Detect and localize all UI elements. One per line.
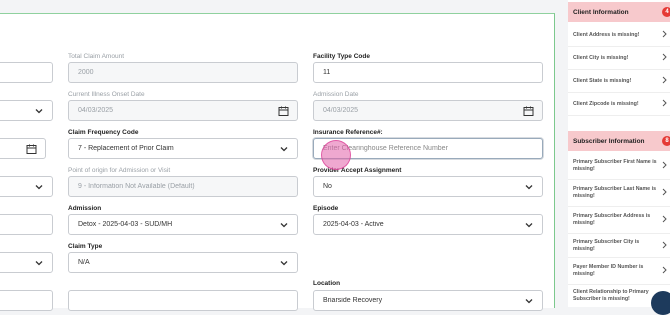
subscriber-information-count-badge: 8 bbox=[662, 136, 670, 146]
left-date-1[interactable] bbox=[0, 138, 46, 159]
chevron-right-icon bbox=[661, 99, 668, 109]
chevron-right-icon bbox=[661, 215, 668, 225]
primary-subscriber-last-name-missing-item[interactable]: Primary Subscriber Last Name is missing! bbox=[568, 180, 670, 207]
left-input-2[interactable] bbox=[0, 214, 53, 235]
claim-type-select[interactable]: N/A bbox=[68, 252, 298, 273]
middle-input-bottom[interactable] bbox=[68, 290, 298, 311]
admission-date-value: 04/03/2025 bbox=[323, 107, 359, 114]
point-of-origin-value: 9 - Information Not Available (Default) bbox=[78, 183, 195, 190]
claim-frequency-code-label: Claim Frequency Code bbox=[68, 129, 139, 136]
total-claim-amount-field: 2000 bbox=[68, 62, 298, 83]
item-label: Client Zipcode is missing! bbox=[573, 100, 639, 107]
help-chat-button[interactable] bbox=[651, 291, 670, 315]
chevron-right-icon bbox=[661, 76, 668, 86]
current-illness-onset-date-field: 04/03/2025 bbox=[68, 100, 298, 121]
episode-value: 2025-04-03 - Active bbox=[323, 221, 384, 228]
chevron-down-icon bbox=[279, 144, 289, 154]
primary-subscriber-address-missing-item[interactable]: Primary Subscriber Address is missing! bbox=[568, 207, 670, 234]
click-indicator bbox=[321, 140, 351, 170]
chevron-down-icon bbox=[524, 296, 534, 306]
admission-value: Detox - 2025-04-03 - SUD/MH bbox=[78, 221, 173, 228]
subscriber-information-title: Subscriber Information bbox=[573, 137, 645, 145]
claim-type-value: N/A bbox=[78, 259, 90, 266]
client-state-missing-item[interactable]: Client State is missing! bbox=[568, 70, 670, 93]
admission-label: Admission bbox=[68, 205, 102, 212]
provider-accept-assignment-select[interactable]: No bbox=[313, 176, 543, 197]
item-label: Client Relationship to Primary Subscribe… bbox=[573, 289, 649, 302]
payer-member-id-missing-item[interactable]: Payer Member ID Number is missing! bbox=[568, 258, 670, 285]
point-of-origin-label: Point of origin for Admission or Visit bbox=[68, 167, 171, 174]
item-label: Payer Member ID Number is missing! bbox=[573, 264, 644, 277]
provider-accept-assignment-value: No bbox=[323, 183, 332, 190]
episode-select[interactable]: 2025-04-03 - Active bbox=[313, 214, 543, 235]
claim-frequency-code-select[interactable]: 7 - Replacement of Prior Claim bbox=[68, 138, 298, 159]
chevron-down-icon bbox=[524, 182, 534, 192]
admission-select[interactable]: Detox - 2025-04-03 - SUD/MH bbox=[68, 214, 298, 235]
item-label: Primary Subscriber City is missing! bbox=[573, 238, 640, 252]
insurance-reference-label: Insurance Reference#: bbox=[313, 129, 383, 136]
chevron-right-icon bbox=[661, 266, 668, 276]
chevron-right-icon bbox=[661, 161, 668, 171]
left-select-2[interactable] bbox=[0, 176, 53, 197]
location-label: Location bbox=[313, 280, 341, 287]
location-select[interactable]: Briarside Recovery bbox=[313, 290, 543, 311]
point-of-origin-select: 9 - Information Not Available (Default) bbox=[68, 176, 298, 197]
client-information-count-badge: 4 bbox=[662, 7, 670, 17]
provider-accept-assignment-label: Provider Accept Assignment bbox=[313, 167, 402, 174]
current-illness-onset-date-value: 04/03/2025 bbox=[78, 107, 114, 114]
primary-subscriber-city-missing-item[interactable]: Primary Subscriber City is missing! bbox=[568, 234, 670, 258]
chevron-right-icon bbox=[661, 241, 668, 251]
client-information-title: Client Information bbox=[573, 8, 629, 16]
calendar-icon bbox=[523, 105, 534, 116]
primary-subscriber-first-name-missing-item[interactable]: Primary Subscriber First Name is missing… bbox=[568, 153, 670, 180]
client-city-missing-item[interactable]: Client City is missing! bbox=[568, 47, 670, 70]
episode-label: Episode bbox=[313, 205, 339, 212]
calendar-icon bbox=[26, 143, 37, 154]
claim-type-label: Claim Type bbox=[68, 243, 103, 250]
subscriber-information-header[interactable]: Subscriber Information 8 bbox=[568, 131, 670, 151]
left-input-3[interactable] bbox=[0, 290, 53, 311]
total-claim-amount-value: 2000 bbox=[78, 69, 94, 76]
item-label: Primary Subscriber Last Name is missing! bbox=[573, 186, 657, 199]
client-zipcode-missing-item[interactable]: Client Zipcode is missing! bbox=[568, 93, 670, 116]
left-input-1[interactable] bbox=[0, 62, 53, 83]
validation-sidebar: Client Information 4 Client Address is m… bbox=[568, 0, 670, 307]
claim-frequency-code-value: 7 - Replacement of Prior Claim bbox=[78, 145, 174, 152]
left-select-3[interactable] bbox=[0, 252, 53, 273]
chevron-right-icon bbox=[661, 53, 668, 63]
admission-date-field: 04/03/2025 bbox=[313, 100, 543, 121]
item-label: Primary Subscriber First Name is missing… bbox=[573, 159, 657, 172]
left-select-1[interactable] bbox=[0, 100, 53, 121]
facility-type-code-value: 11 bbox=[323, 69, 331, 76]
total-claim-amount-label: Total Claim Amount bbox=[68, 53, 124, 60]
chevron-right-icon bbox=[661, 188, 668, 198]
chevron-down-icon bbox=[34, 106, 44, 116]
admission-date-label: Admission Date bbox=[313, 91, 359, 98]
facility-type-code-label: Facility Type Code bbox=[313, 53, 370, 60]
chevron-right-icon bbox=[661, 30, 668, 40]
client-information-header[interactable]: Client Information 4 bbox=[568, 2, 670, 22]
calendar-icon bbox=[278, 105, 289, 116]
location-value: Briarside Recovery bbox=[323, 297, 383, 304]
chevron-down-icon bbox=[279, 258, 289, 268]
client-address-missing-item[interactable]: Client Address is missing! bbox=[568, 24, 670, 47]
chevron-down-icon bbox=[34, 182, 44, 192]
current-illness-onset-date-label: Current Illness Onset Date bbox=[68, 91, 145, 98]
insurance-reference-placeholder: Enter Clearinghouse Reference Number bbox=[323, 145, 448, 152]
facility-type-code-field[interactable]: 11 bbox=[313, 62, 543, 83]
chevron-down-icon bbox=[279, 220, 289, 230]
item-label: Client State is missing! bbox=[573, 77, 632, 84]
item-label: Client City is missing! bbox=[573, 54, 629, 61]
item-label: Primary Subscriber Address is missing! bbox=[573, 213, 651, 226]
item-label: Client Address is missing! bbox=[573, 31, 640, 38]
chevron-down-icon bbox=[34, 258, 44, 268]
chevron-down-icon bbox=[524, 220, 534, 230]
